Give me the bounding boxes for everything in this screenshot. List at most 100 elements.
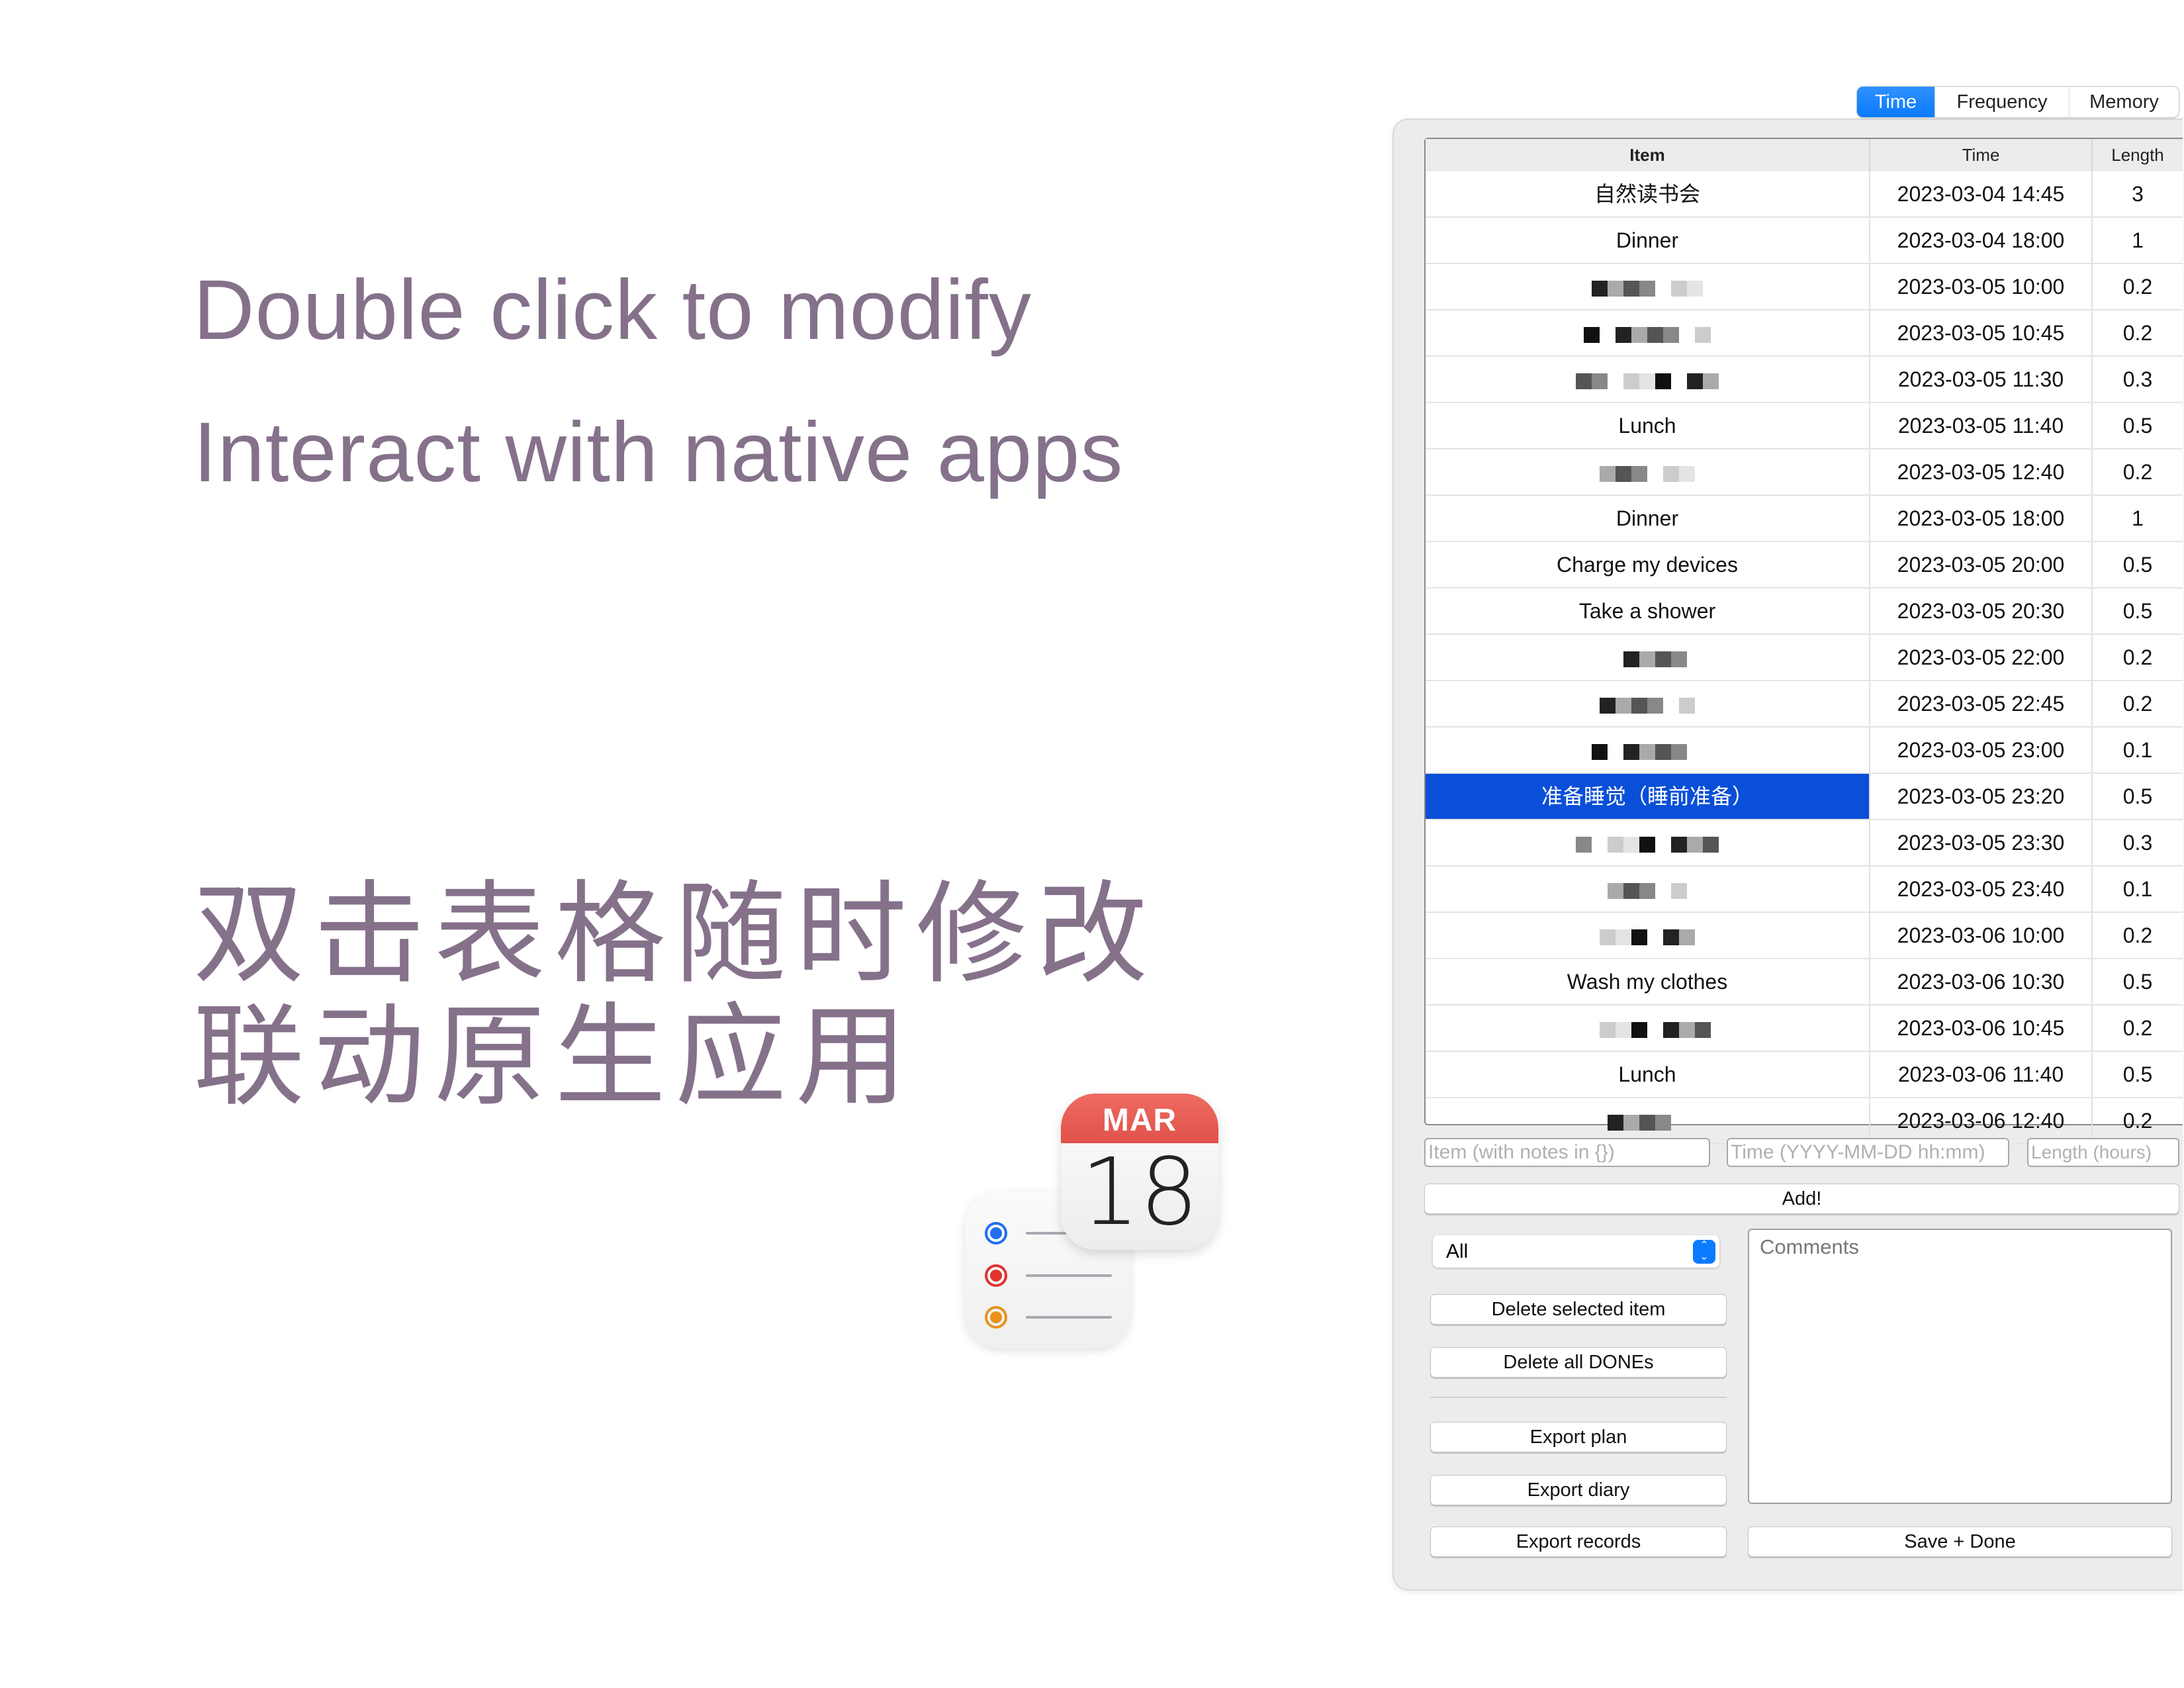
- length-cell[interactable]: 0.5: [2093, 403, 2183, 448]
- export-plan-button[interactable]: Export plan: [1430, 1422, 1727, 1452]
- item-cell[interactable]: Lunch: [1426, 1052, 1870, 1097]
- save-done-button[interactable]: Save + Done: [1748, 1526, 2172, 1557]
- item-cell-redacted[interactable]: [1426, 635, 1870, 680]
- time-cell[interactable]: 2023-03-05 10:45: [1870, 310, 2093, 355]
- time-cell[interactable]: 2023-03-05 23:00: [1870, 727, 2093, 773]
- time-cell[interactable]: 2023-03-05 22:45: [1870, 681, 2093, 726]
- table-row[interactable]: Wash my clothes 2023-03-06 10:30 0.5: [1426, 959, 2183, 1006]
- time-cell[interactable]: 2023-03-05 18:00: [1870, 496, 2093, 541]
- comments-textarea[interactable]: [1748, 1229, 2172, 1504]
- item-cell-redacted[interactable]: [1426, 913, 1870, 958]
- length-cell[interactable]: 0.5: [2093, 774, 2183, 819]
- item-cell-redacted[interactable]: [1426, 264, 1870, 309]
- add-button[interactable]: Add!: [1424, 1184, 2179, 1214]
- time-input[interactable]: [1727, 1138, 2009, 1167]
- item-cell-redacted[interactable]: [1426, 357, 1870, 402]
- table-row[interactable]: 2023-03-06 10:45 0.2: [1426, 1006, 2183, 1052]
- item-cell-redacted[interactable]: [1426, 449, 1870, 494]
- item-cell-redacted[interactable]: [1426, 681, 1870, 726]
- delete-dones-button[interactable]: Delete all DONEs: [1430, 1347, 1727, 1378]
- table-row[interactable]: Dinner 2023-03-04 18:00 1: [1426, 218, 2183, 264]
- time-cell[interactable]: 2023-03-06 10:30: [1870, 959, 2093, 1004]
- item-cell-redacted[interactable]: [1426, 1006, 1870, 1051]
- length-cell[interactable]: 0.2: [2093, 449, 2183, 494]
- table-row[interactable]: Lunch 2023-03-05 11:40 0.5: [1426, 403, 2183, 449]
- length-cell[interactable]: 0.1: [2093, 727, 2183, 773]
- time-cell[interactable]: 2023-03-05 23:40: [1870, 867, 2093, 912]
- table-row[interactable]: Lunch 2023-03-06 11:40 0.5: [1426, 1052, 2183, 1098]
- length-cell[interactable]: 0.2: [2093, 1006, 2183, 1051]
- time-cell[interactable]: 2023-03-04 18:00: [1870, 218, 2093, 263]
- time-cell[interactable]: 2023-03-05 20:00: [1870, 542, 2093, 587]
- table-row[interactable]: 2023-03-05 23:30 0.3: [1426, 820, 2183, 867]
- time-cell[interactable]: 2023-03-05 11:30: [1870, 357, 2093, 402]
- table-row[interactable]: 2023-03-05 23:00 0.1: [1426, 727, 2183, 774]
- length-cell[interactable]: 0.1: [2093, 867, 2183, 912]
- length-input[interactable]: [2027, 1138, 2179, 1167]
- table-row[interactable]: 自然读书会 2023-03-04 14:45 3: [1426, 171, 2183, 218]
- item-cell[interactable]: Take a shower: [1426, 588, 1870, 633]
- length-cell[interactable]: 0.5: [2093, 542, 2183, 587]
- table-row[interactable]: Take a shower 2023-03-05 20:30 0.5: [1426, 588, 2183, 635]
- item-cell[interactable]: Lunch: [1426, 403, 1870, 448]
- length-cell[interactable]: 0.3: [2093, 357, 2183, 402]
- length-cell[interactable]: 0.2: [2093, 310, 2183, 355]
- item-cell[interactable]: Wash my clothes: [1426, 959, 1870, 1004]
- export-records-button[interactable]: Export records: [1430, 1526, 1727, 1557]
- item-cell[interactable]: 自然读书会: [1426, 171, 1870, 216]
- item-cell-redacted[interactable]: [1426, 310, 1870, 355]
- length-cell[interactable]: 0.2: [2093, 635, 2183, 680]
- table-row[interactable]: 2023-03-05 22:45 0.2: [1426, 681, 2183, 727]
- length-cell[interactable]: 0.3: [2093, 820, 2183, 865]
- time-cell[interactable]: 2023-03-05 12:40: [1870, 449, 2093, 494]
- table-row[interactable]: 2023-03-05 22:00 0.2: [1426, 635, 2183, 681]
- time-cell[interactable]: 2023-03-05 23:20: [1870, 774, 2093, 819]
- time-cell[interactable]: 2023-03-05 11:40: [1870, 403, 2093, 448]
- item-cell-redacted[interactable]: [1426, 820, 1870, 865]
- item-cell-redacted[interactable]: [1426, 1098, 1870, 1143]
- table-row[interactable]: 2023-03-05 23:40 0.1: [1426, 867, 2183, 913]
- length-cell[interactable]: 0.5: [2093, 1052, 2183, 1097]
- length-cell[interactable]: 1: [2093, 218, 2183, 263]
- item-cell[interactable]: 准备睡觉（睡前准备）: [1426, 774, 1870, 819]
- item-cell[interactable]: Dinner: [1426, 496, 1870, 541]
- length-cell[interactable]: 1: [2093, 496, 2183, 541]
- column-header-length[interactable]: Length: [2093, 139, 2183, 171]
- item-cell[interactable]: Charge my devices: [1426, 542, 1870, 587]
- table-row[interactable]: 2023-03-06 10:00 0.2: [1426, 913, 2183, 959]
- table-row[interactable]: Charge my devices 2023-03-05 20:00 0.5: [1426, 542, 2183, 588]
- tab-frequency[interactable]: Frequency: [1935, 87, 2070, 117]
- length-cell[interactable]: 0.5: [2093, 588, 2183, 633]
- item-cell-redacted[interactable]: [1426, 867, 1870, 912]
- length-cell[interactable]: 0.2: [2093, 264, 2183, 309]
- length-cell[interactable]: 0.2: [2093, 913, 2183, 958]
- time-cell[interactable]: 2023-03-06 11:40: [1870, 1052, 2093, 1097]
- filter-select[interactable]: All ⌃ ⌄: [1433, 1235, 1719, 1268]
- time-cell[interactable]: 2023-03-05 23:30: [1870, 820, 2093, 865]
- table-row[interactable]: 2023-03-05 10:45 0.2: [1426, 310, 2183, 357]
- time-cell[interactable]: 2023-03-05 20:30: [1870, 588, 2093, 633]
- time-cell[interactable]: 2023-03-06 10:00: [1870, 913, 2093, 958]
- item-input[interactable]: [1424, 1138, 1710, 1167]
- item-cell-redacted[interactable]: [1426, 727, 1870, 773]
- length-cell[interactable]: 0.2: [2093, 681, 2183, 726]
- tab-memory[interactable]: Memory: [2070, 87, 2179, 117]
- delete-selected-button[interactable]: Delete selected item: [1430, 1294, 1727, 1325]
- column-header-item[interactable]: Item: [1426, 139, 1870, 171]
- length-cell[interactable]: 3: [2093, 171, 2183, 216]
- table-row[interactable]: 2023-03-05 11:30 0.3: [1426, 357, 2183, 403]
- item-cell[interactable]: Dinner: [1426, 218, 1870, 263]
- table-row[interactable]: 2023-03-05 12:40 0.2: [1426, 449, 2183, 496]
- table-row[interactable]: 2023-03-05 10:00 0.2: [1426, 264, 2183, 310]
- time-cell[interactable]: 2023-03-06 12:40: [1870, 1098, 2093, 1143]
- time-cell[interactable]: 2023-03-05 10:00: [1870, 264, 2093, 309]
- tab-time[interactable]: Time: [1857, 87, 1935, 117]
- length-cell[interactable]: 0.5: [2093, 959, 2183, 1004]
- column-header-time[interactable]: Time: [1870, 139, 2093, 171]
- time-cell[interactable]: 2023-03-04 14:45: [1870, 171, 2093, 216]
- records-table[interactable]: Item Time Length 自然读书会 2023-03-04 14:45 3 D…: [1424, 138, 2183, 1145]
- table-row-selected[interactable]: 准备睡觉（睡前准备） 2023-03-05 23:20 0.5: [1426, 774, 2183, 820]
- table-row[interactable]: Dinner 2023-03-05 18:00 1: [1426, 496, 2183, 542]
- time-cell[interactable]: 2023-03-05 22:00: [1870, 635, 2093, 680]
- time-cell[interactable]: 2023-03-06 10:45: [1870, 1006, 2093, 1051]
